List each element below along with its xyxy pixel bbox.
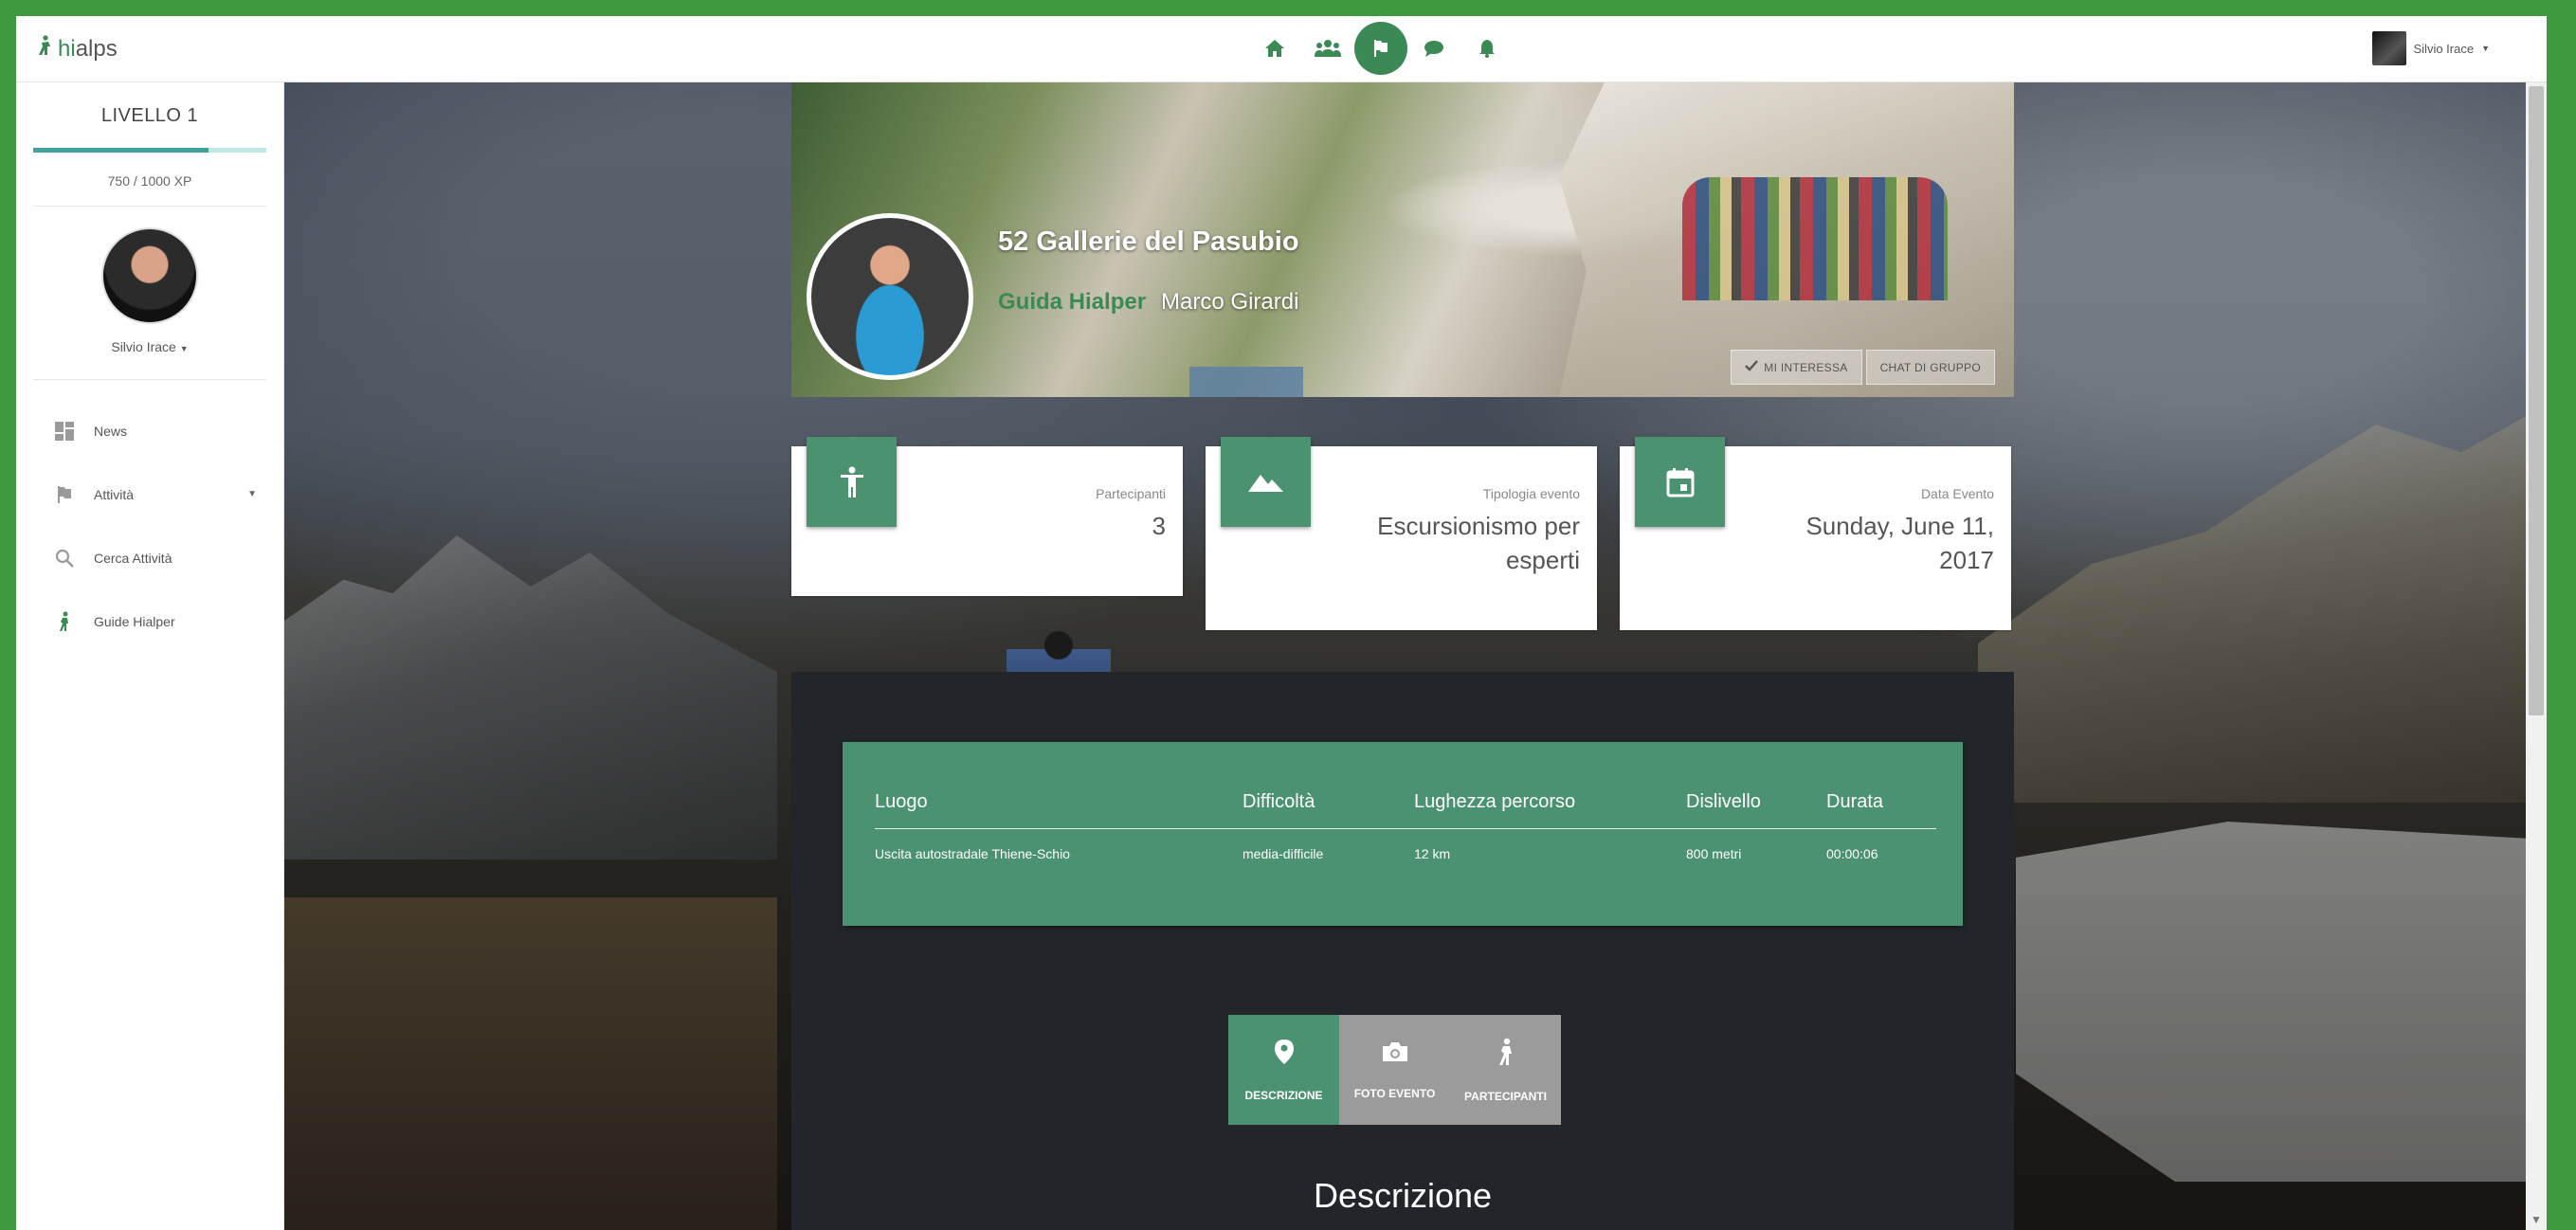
details-header-durata: Durata (1826, 791, 1884, 812)
details-header-row: Luogo Difficoltà Lughezza percorso Disli… (875, 791, 1936, 829)
logo-hiker-icon (37, 35, 54, 63)
home-icon[interactable] (1248, 22, 1301, 75)
details-value-difficolta: media-difficile (1243, 846, 1324, 861)
guide-line: Guida Hialper Marco Girardi (998, 289, 1298, 316)
details-header-lunghezza: Lughezza percorso (1414, 791, 1576, 812)
event-title: 52 Gallerie del Pasubio (998, 226, 1299, 257)
card-value: Sunday, June 11, 2017 (1805, 512, 1994, 574)
avatar[interactable] (101, 227, 198, 324)
check-icon (1745, 360, 1759, 374)
tab-descrizione[interactable]: DESCRIZIONE (1228, 1015, 1339, 1125)
tab-label: DESCRIZIONE (1244, 1088, 1323, 1102)
guide-name[interactable]: Marco Girardi (1161, 289, 1298, 316)
details-header-luogo: Luogo (875, 791, 928, 812)
details-value-lunghezza: 12 km (1414, 846, 1451, 861)
accessibility-icon (807, 437, 897, 527)
chat-icon[interactable] (1407, 22, 1460, 75)
sidebar-item-news[interactable]: News (16, 399, 283, 462)
camera-icon (1381, 1040, 1409, 1066)
card-label: Data Evento (1920, 486, 1994, 501)
caret-down-icon: ▼ (2481, 44, 2490, 53)
card-value: 3 (1152, 512, 1166, 540)
interest-button-label: MI INTERESSA (1764, 360, 1848, 374)
card-label: Partecipanti (1096, 486, 1166, 501)
xp-text: 750 / 1000 XP (33, 173, 266, 207)
group-icon[interactable] (1301, 22, 1354, 75)
sidebar-username[interactable]: Silvio Irace ▼ (33, 339, 266, 380)
logo[interactable]: hi alps (37, 35, 118, 63)
bell-icon[interactable] (1460, 22, 1514, 75)
card-data-evento: Data Evento Sunday, June 11, 2017 (1620, 437, 2011, 630)
top-bar: hi alps Silvio Irace ▼ (16, 16, 2547, 82)
event-content: 52 Gallerie del Pasubio Guida Hialper Ma… (791, 82, 2014, 1230)
sidebar-username-text: Silvio Irace (111, 339, 176, 354)
event-tabs: DESCRIZIONE FOTO EVENTO PARTECIPANTI (1228, 1015, 1561, 1125)
caret-down-icon: ▼ (179, 344, 189, 353)
flag-icon (54, 484, 75, 505)
main-content: 52 Gallerie del Pasubio Guida Hialper Ma… (284, 82, 2547, 1230)
background-mountain (284, 535, 777, 859)
sidebar-item-label: News (94, 423, 128, 439)
top-nav (1248, 22, 1514, 75)
xp-progress-fill (33, 148, 209, 153)
details-table: Luogo Difficoltà Lughezza percorso Disli… (843, 742, 1963, 926)
details-value-durata: 00:00:06 (1826, 846, 1878, 861)
walker-icon (1497, 1038, 1515, 1069)
location-pin-icon (1274, 1039, 1295, 1068)
background-snow (2016, 822, 2547, 1182)
search-icon (54, 548, 75, 569)
guide-avatar[interactable] (807, 213, 973, 380)
sidebar-item-attivita[interactable]: Attività ▼ (16, 462, 283, 526)
user-name: Silvio Irace (2413, 41, 2475, 56)
terrain-icon (1221, 437, 1311, 527)
sidebar-item-guide-hialper[interactable]: Guide Hialper (16, 589, 283, 653)
background-mountain (1978, 405, 2547, 803)
sidebar-item-label: Attività (94, 486, 135, 502)
calendar-icon (1635, 437, 1725, 527)
sidebar-item-cerca-attivita[interactable]: Cerca Attività (16, 526, 283, 589)
sidebar-menu: News Attività ▼ Cerca Attività Guide Hia… (16, 399, 283, 653)
logo-text-prefix: hi (58, 35, 76, 62)
sidebar-item-label: Guide Hialper (94, 613, 175, 629)
background-ground (284, 897, 777, 1230)
sidebar: LIVELLO 1 750 / 1000 XP Silvio Irace ▼ N… (16, 82, 284, 1230)
hero-actions: MI INTERESSA CHAT DI GRUPPO (1731, 350, 1995, 385)
guide-label: Guida Hialper (998, 289, 1147, 315)
walker-icon (54, 611, 75, 632)
event-details-panel: Luogo Difficoltà Lughezza percorso Disli… (791, 672, 2014, 1230)
hero-hikers-group (1682, 177, 1948, 300)
app-window: hi alps Silvio Irace ▼ LIVELLO 1 750 / 1… (16, 16, 2547, 1230)
card-label: Tipologia evento (1482, 486, 1580, 501)
card-tipologia: Tipologia evento Escursionismo per esper… (1206, 437, 1597, 630)
logo-text-suffix: alps (75, 35, 118, 62)
user-menu[interactable]: Silvio Irace ▼ (2371, 31, 2490, 65)
details-value-luogo: Uscita autostradale Thiene-Schio (875, 846, 1070, 861)
tab-foto-evento[interactable]: FOTO EVENTO (1339, 1015, 1450, 1125)
sidebar-item-label: Cerca Attività (94, 550, 172, 566)
level-label: LIVELLO 1 (100, 105, 199, 126)
event-hero: 52 Gallerie del Pasubio Guida Hialper Ma… (791, 82, 2014, 397)
tab-partecipanti[interactable]: PARTECIPANTI (1450, 1015, 1561, 1125)
tab-label: FOTO EVENTO (1353, 1086, 1436, 1100)
scrollbar-thumb[interactable] (2529, 86, 2544, 715)
user-avatar (2371, 31, 2406, 65)
hero-hut (1189, 367, 1303, 397)
scroll-down-arrow-icon[interactable]: ▼ (2526, 1213, 2547, 1226)
details-header-difficolta: Difficoltà (1243, 791, 1315, 812)
group-chat-button[interactable]: CHAT DI GRUPPO (1865, 350, 1995, 385)
card-value: Escursionismo per esperti (1377, 512, 1580, 574)
dashboard-icon (54, 421, 75, 442)
interest-button[interactable]: MI INTERESSA (1731, 350, 1862, 385)
group-chat-button-label: CHAT DI GRUPPO (1879, 360, 1981, 374)
page-scrollbar[interactable]: ▼ (2526, 82, 2547, 1230)
card-partecipanti: Partecipanti 3 (791, 437, 1183, 596)
xp-progress-bar (33, 148, 266, 153)
details-header-dislivello: Dislivello (1686, 791, 1761, 812)
section-title: Descrizione (1313, 1176, 1493, 1215)
flag-icon[interactable] (1354, 22, 1407, 75)
details-value-dislivello: 800 metri (1686, 846, 1742, 861)
caret-down-icon[interactable]: ▼ (247, 489, 257, 499)
tab-label: PARTECIPANTI (1464, 1089, 1547, 1103)
